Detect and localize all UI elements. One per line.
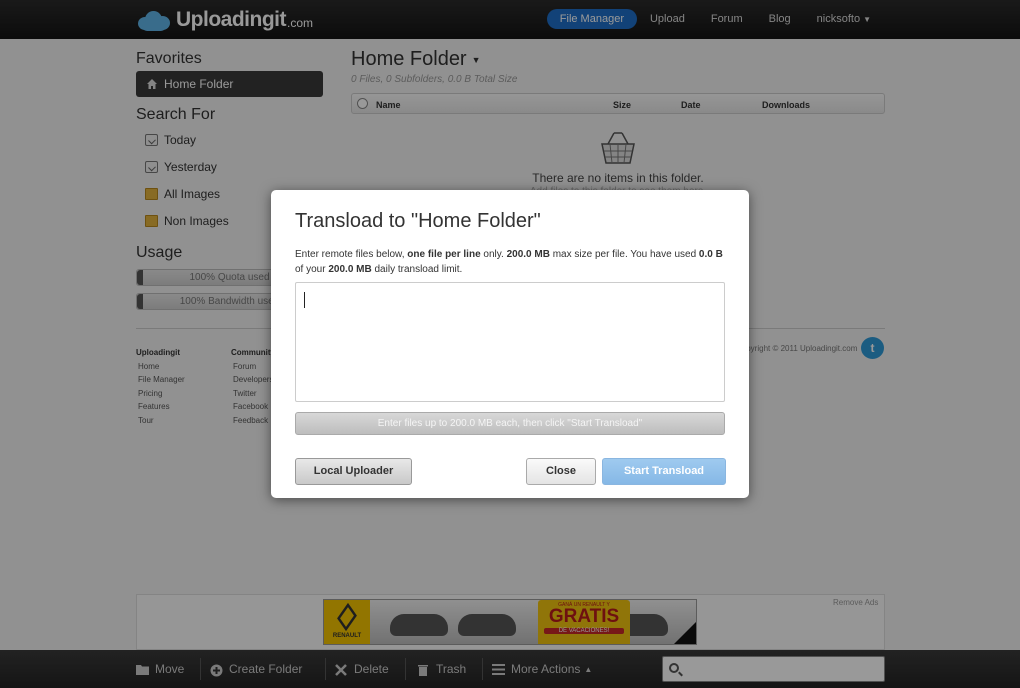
start-transload-button[interactable]: Start Transload xyxy=(602,458,726,485)
dialog-description: Enter remote files below, one file per l… xyxy=(295,249,723,275)
transload-progress-bar: Enter files up to 200.0 MB each, then cl… xyxy=(295,412,725,435)
text-cursor xyxy=(304,292,305,308)
transload-dialog: Transload to "Home Folder" Enter remote … xyxy=(271,190,749,498)
dialog-title: Transload to "Home Folder" xyxy=(295,210,541,232)
remote-files-textarea[interactable] xyxy=(295,282,725,402)
local-uploader-button[interactable]: Local Uploader xyxy=(295,458,412,485)
close-button[interactable]: Close xyxy=(526,458,596,485)
